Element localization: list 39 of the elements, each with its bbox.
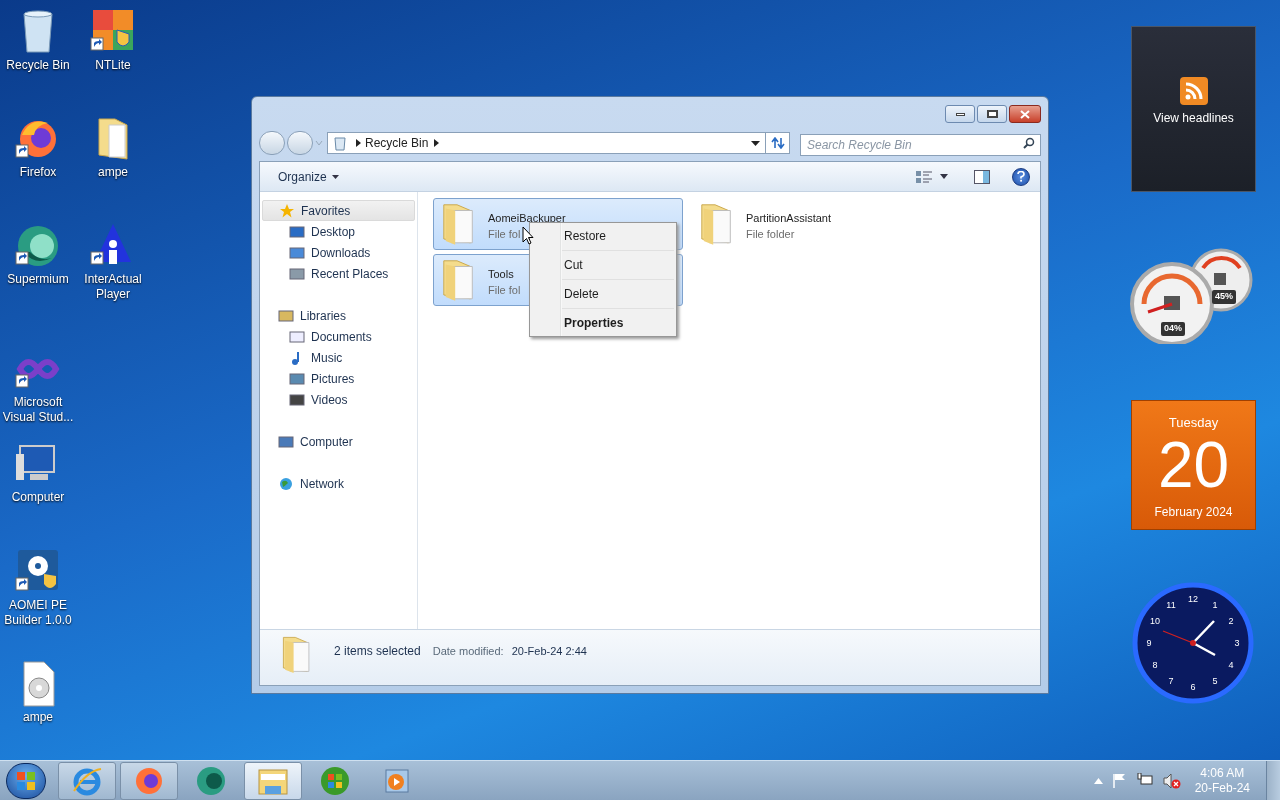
desktop-icon-label: InterActual Player [83,272,143,302]
feed-label: View headlines [1153,110,1234,127]
file-name: PartitionAssistant [746,211,831,226]
clock-numeral: 3 [1234,638,1240,648]
clock-date: 20-Feb-24 [1194,780,1250,796]
calendar-day: 20 [1157,432,1230,497]
clock-numeral: 4 [1228,660,1234,670]
property-value: 20-Feb-24 2:44 [511,644,587,659]
cpu-reading: 04% [1161,322,1185,336]
file-type: File fol [488,227,521,242]
memory-reading: 45% [1212,290,1236,304]
calendar-month: February 2024 [1154,503,1233,521]
desktop-icon-label: ampe [23,710,53,725]
clock-time: 4:06 AM [1200,765,1245,781]
selection-summary: 2 items selected [334,643,421,660]
file-name: Tools [488,267,514,282]
property-label: Date modified: [432,644,504,659]
clock-numeral: 8 [1152,660,1158,670]
desktop-icon-label: Computer [11,490,65,505]
clock-numeral: 9 [1146,638,1152,648]
clock-numeral: 12 [1188,594,1198,604]
desktop-icon-label: Firefox [19,165,57,180]
desktop-icon-label: AOMEI PE Builder 1.0.0 [3,598,73,628]
clock-numeral: 11 [1166,599,1176,610]
clock-numeral: 2 [1228,616,1234,626]
clock-numeral: 6 [1190,682,1196,692]
desktop-icon-label: ampe [98,165,128,180]
clock-numeral: 5 [1212,676,1218,687]
file-type: File folder [746,227,795,242]
desktop-icon-label: NTLite [95,58,131,73]
calendar-weekday: Tuesday [1168,414,1219,432]
desktop-icon-label: Supermium [7,272,69,287]
desktop-icon-label: Recycle Bin [6,58,70,73]
file-type: File fol [488,283,521,298]
clock-numeral: 10 [1149,616,1160,626]
clock-numeral: 7 [1168,676,1174,687]
file-name: AomeiBackuper [488,211,566,226]
clock-numeral: 1 [1212,599,1218,610]
desktop-icon-label: Microsoft Visual Stud... [1,395,75,425]
